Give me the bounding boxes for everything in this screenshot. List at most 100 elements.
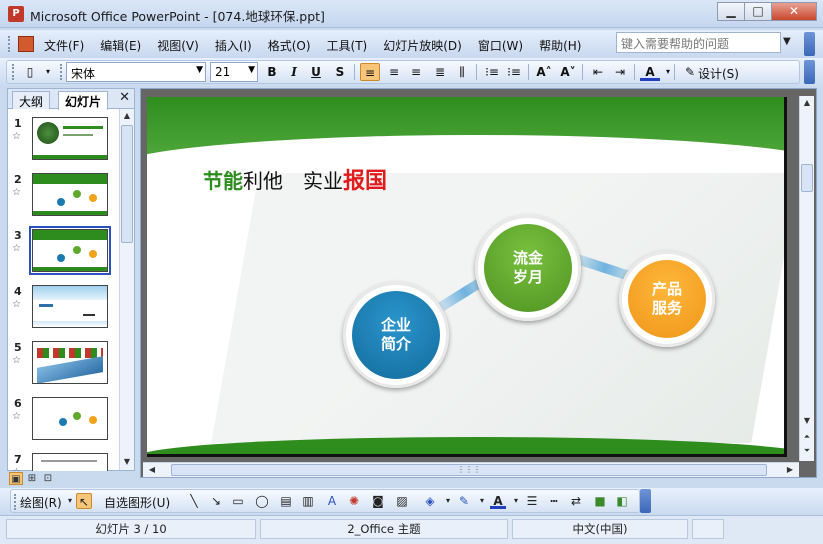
circle-company-intro[interactable]: 企业 简介 xyxy=(343,282,449,388)
slide-thumbnail-row[interactable]: 1 ☆ xyxy=(8,117,118,167)
circle-products[interactable]: 产品 服务 xyxy=(619,251,715,347)
bullets-button[interactable]: ⁝≡ xyxy=(504,63,524,81)
oval-tool-icon[interactable]: ◯ xyxy=(254,493,270,509)
slide-thumbnail-row[interactable]: 2 ☆ xyxy=(8,173,118,223)
menu-overflow-icon[interactable] xyxy=(804,32,815,56)
slide-thumbnail[interactable] xyxy=(32,341,108,384)
maximize-button[interactable]: □ xyxy=(744,2,772,21)
slide-thumbnail[interactable] xyxy=(32,397,108,440)
scroll-down-icon[interactable]: ▼ xyxy=(800,414,814,428)
close-button[interactable]: ✕ xyxy=(771,2,817,21)
close-icon[interactable]: ✕ xyxy=(119,90,130,105)
align-right-button[interactable]: ≡ xyxy=(406,63,426,81)
slide-thumbnail-selected[interactable] xyxy=(29,226,111,275)
scroll-up-icon[interactable]: ▲ xyxy=(800,96,814,110)
help-search-input[interactable]: 键入需要帮助的问题 xyxy=(616,32,781,53)
3d-style-icon[interactable]: ◧ xyxy=(614,493,630,509)
slide-vertical-scrollbar[interactable]: ▲ ▼ ⏶ ⏷ xyxy=(799,96,814,461)
dash-style-icon[interactable]: ┅ xyxy=(546,493,562,509)
arrow-style-icon[interactable]: ⇄ xyxy=(568,493,584,509)
scroll-down-icon[interactable]: ▼ xyxy=(120,455,134,469)
document-icon[interactable] xyxy=(18,36,34,52)
vertical-align-button[interactable]: ⫼ xyxy=(452,63,472,81)
help-dropdown-icon[interactable]: ▼ xyxy=(783,36,791,47)
slide-thumbnail-row[interactable]: 3 ☆ xyxy=(8,226,118,279)
diagram-icon[interactable]: ✺ xyxy=(346,493,362,509)
scrollbar-thumb[interactable]: ⋮⋮⋮ xyxy=(171,464,767,476)
textbox-tool-icon[interactable]: ▤ xyxy=(278,493,294,509)
font-color-button[interactable]: A xyxy=(640,63,660,81)
slide-canvas[interactable]: 节能利他 实业报国 企业 简介 流金 岁月 产品 服务 xyxy=(147,97,787,457)
line-style-icon[interactable]: ☰ xyxy=(524,493,540,509)
minimize-button[interactable]: ▁ xyxy=(717,2,745,21)
scrollbar-thumb[interactable] xyxy=(801,164,813,192)
menu-view[interactable]: 视图(V) xyxy=(157,37,199,54)
slide-thumbnail[interactable] xyxy=(32,285,108,328)
line-color-icon[interactable]: ✎ xyxy=(456,493,472,509)
menu-edit[interactable]: 编辑(E) xyxy=(100,37,141,54)
tab-slides[interactable]: 幻灯片 xyxy=(58,91,109,110)
numbering-button[interactable]: ⁝≡ xyxy=(482,63,502,81)
slide-thumbnail-row[interactable]: 7 ☆ xyxy=(8,453,118,471)
scroll-left-icon[interactable]: ◀ xyxy=(145,463,159,477)
draw-menu-button[interactable]: 绘图(R) xyxy=(20,494,62,511)
slide-thumbnail[interactable] xyxy=(32,173,108,216)
circle-history[interactable]: 流金 岁月 xyxy=(475,215,581,321)
underline-button[interactable]: U xyxy=(306,63,326,81)
normal-view-icon[interactable]: ▣ xyxy=(9,472,23,485)
scroll-up-icon[interactable]: ▲ xyxy=(120,109,134,123)
chevron-down-icon[interactable]: ▾ xyxy=(474,493,490,509)
slide-thumbnail-row[interactable]: 4 ☆ xyxy=(8,285,118,335)
slide-thumbnail-row[interactable]: 5 ☆ xyxy=(8,341,118,391)
slideshow-icon[interactable]: ⊡ xyxy=(41,472,55,485)
font-name-select[interactable]: 宋体 ▼ xyxy=(66,62,206,82)
decrease-indent-button[interactable]: ⇤ xyxy=(588,63,608,81)
align-center-button[interactable]: ≡ xyxy=(384,63,404,81)
tab-outline[interactable]: 大纲 xyxy=(12,91,51,109)
wordart-icon[interactable]: A xyxy=(324,493,340,509)
slides-scrollbar[interactable]: ▲ ▼ xyxy=(119,109,134,470)
slide-thumbnail[interactable] xyxy=(32,453,108,471)
grow-font-button[interactable]: A˄ xyxy=(534,63,554,81)
menu-slideshow[interactable]: 幻灯片放映(D) xyxy=(383,37,462,54)
toolbar-overflow-icon[interactable] xyxy=(640,489,651,513)
bold-button[interactable]: B xyxy=(262,63,282,81)
rectangle-tool-icon[interactable]: ▭ xyxy=(230,493,246,509)
slide-editor[interactable]: 节能利他 实业报国 企业 简介 流金 岁月 产品 服务 xyxy=(140,88,817,478)
menu-insert[interactable]: 插入(I) xyxy=(215,37,252,54)
slide-thumbnail-row[interactable]: 6 ☆ xyxy=(8,397,118,447)
font-color-dropdown-icon[interactable]: ▾ xyxy=(658,63,678,81)
fill-color-icon[interactable]: ◈ xyxy=(422,493,438,509)
autoshapes-button[interactable]: 自选图形(U) xyxy=(104,494,170,511)
font-size-select[interactable]: 21 ▼ xyxy=(210,62,258,82)
align-left-button[interactable]: ≡ xyxy=(360,63,380,81)
menu-help[interactable]: 帮助(H) xyxy=(539,37,581,54)
italic-button[interactable]: I xyxy=(284,63,304,81)
font-color-icon[interactable]: A xyxy=(490,493,506,509)
select-pointer-icon[interactable]: ↖ xyxy=(76,493,92,509)
menu-format[interactable]: 格式(O) xyxy=(268,37,311,54)
toolbar-grip[interactable] xyxy=(8,36,12,52)
previous-slide-icon[interactable]: ⏶ xyxy=(800,430,814,444)
design-button[interactable]: 设计(S) xyxy=(698,65,739,82)
next-slide-icon[interactable]: ⏷ xyxy=(800,444,814,458)
line-tool-icon[interactable]: ╲ xyxy=(186,493,202,509)
slide-title[interactable]: 节能利他 实业报国 xyxy=(203,163,387,195)
shadow-button[interactable]: S xyxy=(330,63,350,81)
scroll-right-icon[interactable]: ▶ xyxy=(783,463,797,477)
menu-file[interactable]: 文件(F) xyxy=(44,37,84,54)
clipart-icon[interactable]: ◙ xyxy=(370,493,386,509)
menu-tools[interactable]: 工具(T) xyxy=(327,37,368,54)
menu-window[interactable]: 窗口(W) xyxy=(478,37,523,54)
slide-thumbnail[interactable] xyxy=(32,117,108,160)
chevron-down-icon[interactable]: ▾ xyxy=(508,493,524,509)
shrink-font-button[interactable]: A˅ xyxy=(558,63,578,81)
scrollbar-thumb[interactable] xyxy=(121,125,133,243)
new-document-icon[interactable]: ▯ xyxy=(20,63,40,81)
slide-horizontal-scrollbar[interactable]: ◀ ⋮⋮⋮ ▶ xyxy=(143,462,799,477)
increase-indent-button[interactable]: ⇥ xyxy=(610,63,630,81)
toolbar-grip[interactable] xyxy=(12,64,16,80)
arrow-tool-icon[interactable]: ↘ xyxy=(208,493,224,509)
justify-button[interactable]: ≣ xyxy=(430,63,450,81)
toolbar-options-icon[interactable]: ▾ xyxy=(38,63,58,81)
